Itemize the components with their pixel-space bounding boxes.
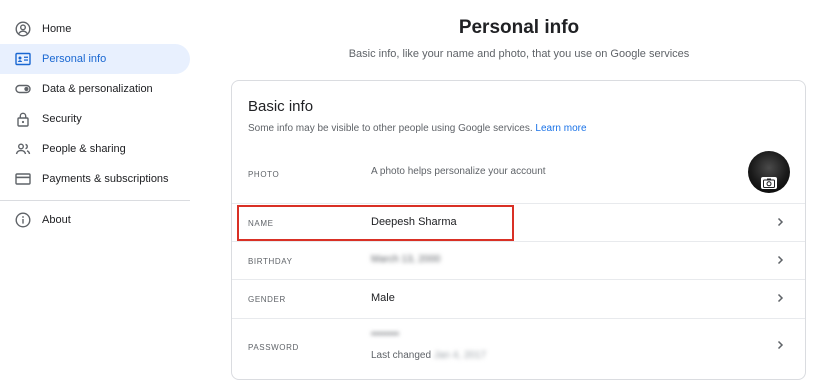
password-value: •••••••• bbox=[371, 329, 400, 340]
card-description-text: Some info may be visible to other people… bbox=[248, 123, 533, 134]
birthday-row[interactable]: BIRTHDAY March 13, 2000 bbox=[232, 242, 805, 279]
gender-label: GENDER bbox=[248, 295, 286, 304]
avatar[interactable] bbox=[748, 151, 790, 193]
sidebar: Home Personal info Data & personalizatio… bbox=[0, 0, 198, 386]
name-value: Deepesh Sharma bbox=[371, 216, 457, 228]
sidebar-divider bbox=[0, 200, 190, 201]
photo-label: PHOTO bbox=[248, 170, 280, 179]
sidebar-item-label: Home bbox=[42, 23, 72, 35]
name-label: NAME bbox=[248, 219, 274, 228]
page-title: Personal info bbox=[458, 17, 580, 38]
sidebar-item-label: Data & personalization bbox=[42, 83, 153, 95]
password-label: PASSWORD bbox=[248, 343, 299, 352]
lock-icon bbox=[15, 111, 31, 127]
sidebar-item-personal-info[interactable]: Personal info bbox=[0, 44, 190, 74]
gender-value: Male bbox=[371, 292, 395, 304]
chevron-right-icon bbox=[777, 293, 784, 303]
chevron-right-icon bbox=[777, 217, 784, 227]
sidebar-item-label: Payments & subscriptions bbox=[42, 173, 169, 185]
sidebar-item-payments-subscriptions[interactable]: Payments & subscriptions bbox=[0, 164, 190, 194]
password-last-changed: Last changed Jan 4, 2017 bbox=[371, 350, 486, 361]
chevron-right-icon bbox=[777, 340, 784, 350]
sidebar-item-home[interactable]: Home bbox=[0, 14, 190, 44]
birthday-value: March 13, 2000 bbox=[371, 254, 441, 265]
card-description: Some info may be visible to other people… bbox=[248, 123, 587, 134]
gender-row[interactable]: GENDER Male bbox=[232, 280, 805, 318]
page-subtitle: Basic info, like your name and photo, th… bbox=[348, 48, 690, 60]
basic-info-card: Basic info Some info may be visible to o… bbox=[231, 80, 806, 380]
sidebar-item-data-personalization[interactable]: Data & personalization bbox=[0, 74, 190, 104]
password-row[interactable]: PASSWORD •••••••• Last changed Jan 4, 20… bbox=[232, 319, 805, 377]
people-icon bbox=[15, 141, 31, 157]
sidebar-item-about[interactable]: About bbox=[0, 205, 190, 235]
camera-icon bbox=[761, 177, 777, 189]
toggle-icon bbox=[15, 81, 31, 97]
credit-card-icon bbox=[15, 171, 31, 187]
sidebar-item-label: Security bbox=[42, 113, 82, 125]
last-changed-date: Jan 4, 2017 bbox=[433, 350, 487, 361]
name-row[interactable]: NAME Deepesh Sharma bbox=[232, 204, 805, 241]
birthday-label: BIRTHDAY bbox=[248, 257, 293, 266]
card-title: Basic info bbox=[248, 98, 314, 115]
sidebar-item-label: About bbox=[42, 214, 71, 226]
sidebar-item-label: Personal info bbox=[42, 53, 107, 65]
learn-more-link[interactable]: Learn more bbox=[535, 123, 586, 134]
last-changed-prefix: Last changed bbox=[371, 350, 432, 361]
photo-hint: A photo helps personalize your account bbox=[371, 166, 546, 177]
chevron-right-icon bbox=[777, 255, 784, 265]
info-icon bbox=[15, 212, 31, 228]
id-card-icon bbox=[15, 51, 31, 67]
photo-row[interactable]: PHOTO A photo helps personalize your acc… bbox=[232, 151, 805, 203]
sidebar-item-label: People & sharing bbox=[42, 143, 126, 155]
sidebar-item-people-sharing[interactable]: People & sharing bbox=[0, 134, 190, 164]
sidebar-item-security[interactable]: Security bbox=[0, 104, 190, 134]
account-circle-icon bbox=[15, 21, 31, 37]
